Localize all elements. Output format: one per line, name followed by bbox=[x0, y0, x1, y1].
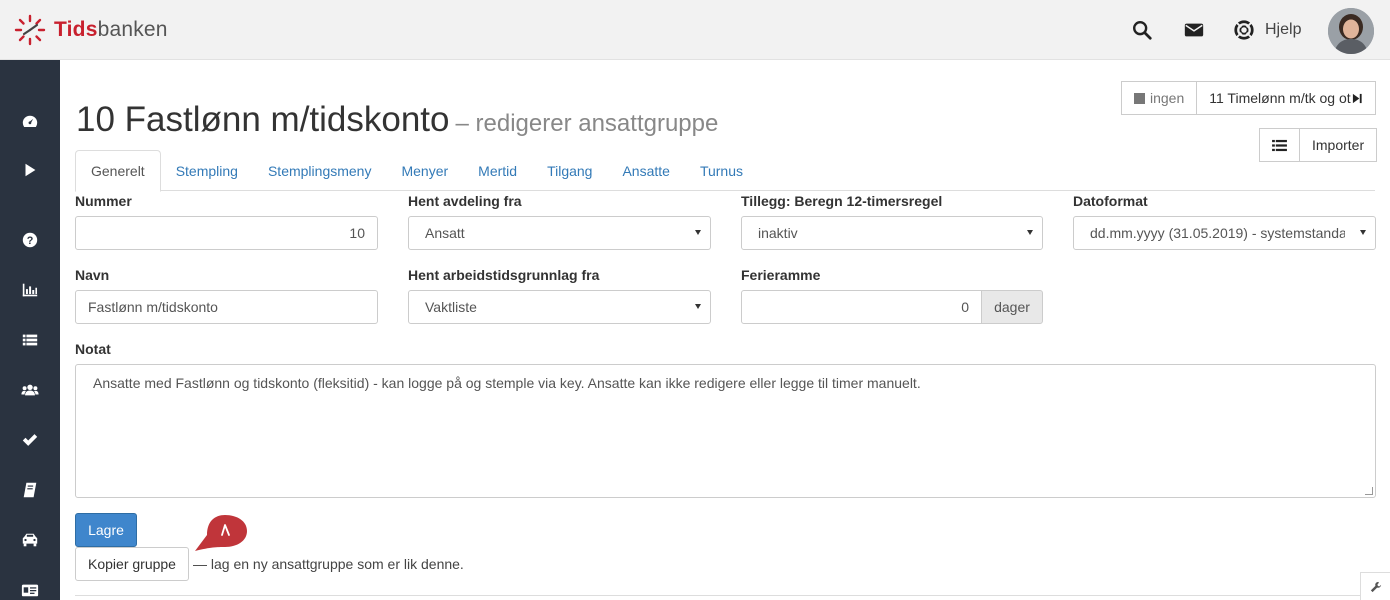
group-navigation: ingen 11 Timelønn m/tk og ot bbox=[1121, 81, 1376, 115]
help-label: Hjelp bbox=[1265, 21, 1302, 38]
copy-group-button[interactable]: Kopier gruppe bbox=[75, 547, 189, 581]
avatar[interactable] bbox=[1328, 8, 1374, 54]
ferieramme-unit: dager bbox=[981, 290, 1043, 324]
navn-value: Fastlønn m/tidskonto bbox=[88, 299, 218, 315]
play-icon[interactable] bbox=[20, 160, 40, 180]
help-button[interactable]: Hjelp bbox=[1231, 17, 1301, 43]
chevron-down-icon bbox=[695, 304, 701, 309]
avdeling-select[interactable]: Ansatt bbox=[408, 216, 711, 250]
resize-handle-icon[interactable] bbox=[1365, 487, 1373, 495]
logo[interactable]: Tidsbanken bbox=[14, 14, 168, 46]
skip-forward-icon bbox=[1352, 93, 1362, 103]
tab-label: Mertid bbox=[478, 162, 518, 179]
tab-label: Stempling bbox=[175, 162, 238, 179]
help-circle-icon[interactable]: ? bbox=[20, 230, 40, 250]
notat-label: Notat bbox=[75, 341, 111, 357]
tillegg-label: Tillegg: Beregn 12-timersregel bbox=[741, 193, 943, 209]
arbeidstid-select[interactable]: Vaktliste bbox=[408, 290, 711, 324]
tab-label: Generelt bbox=[91, 163, 145, 179]
section-divider bbox=[75, 595, 1375, 596]
book-icon[interactable] bbox=[20, 480, 40, 500]
datoformat-label: Datoformat bbox=[1073, 193, 1148, 209]
users-icon[interactable] bbox=[20, 380, 40, 400]
brand-part2: banken bbox=[97, 18, 168, 41]
ferieramme-input[interactable]: 0 bbox=[741, 290, 982, 324]
brand-name: Tidsbanken bbox=[54, 18, 168, 42]
avdeling-value: Ansatt bbox=[425, 225, 465, 241]
mail-button[interactable] bbox=[1181, 17, 1207, 43]
navn-input[interactable]: Fastlønn m/tidskonto bbox=[75, 290, 378, 324]
tab-label: Tilgang bbox=[547, 162, 593, 179]
sidebar: ? bbox=[0, 60, 60, 600]
user-photo bbox=[1328, 8, 1374, 54]
check-icon[interactable] bbox=[20, 430, 40, 450]
chevron-down-icon bbox=[695, 230, 701, 235]
next-group-button[interactable]: 11 Timelønn m/tk og ot bbox=[1197, 81, 1376, 115]
list-icon[interactable] bbox=[20, 330, 40, 350]
notat-value: Ansatte med Fastlønn og tidskonto (fleks… bbox=[93, 375, 921, 391]
id-card-icon[interactable] bbox=[20, 580, 40, 600]
tab-turnus[interactable]: Turnus bbox=[685, 150, 758, 191]
tab-mertid[interactable]: Mertid bbox=[463, 150, 532, 191]
next-group-label: 11 Timelønn m/tk og ot bbox=[1209, 90, 1351, 106]
nummer-label: Nummer bbox=[75, 193, 132, 209]
page-title-text: 10 Fastlønn m/tidskonto bbox=[76, 100, 450, 139]
arbeidstid-value: Vaktliste bbox=[425, 299, 477, 315]
page-subtitle: – redigerer ansattgruppe bbox=[455, 110, 719, 137]
tillegg-value: inaktiv bbox=[758, 225, 798, 241]
svg-text:?: ? bbox=[27, 235, 34, 247]
ferieramme-value: 0 bbox=[961, 299, 969, 315]
tab-bar: Generelt Stempling Stemplingsmeny Menyer… bbox=[75, 150, 1375, 192]
tab-stempling[interactable]: Stempling bbox=[161, 150, 253, 191]
navn-label: Navn bbox=[75, 267, 110, 283]
page-title: 10 Fastlønn m/tidskonto – redigerer ansat… bbox=[76, 100, 718, 140]
tab-menyer[interactable]: Menyer bbox=[386, 150, 463, 191]
lifebuoy-icon bbox=[1234, 20, 1254, 40]
chevron-down-icon bbox=[1360, 230, 1366, 235]
tab-label: Turnus bbox=[699, 162, 744, 179]
ferieramme-label: Ferieramme bbox=[741, 267, 821, 283]
tab-label: Stemplingsmeny bbox=[267, 162, 372, 179]
stop-icon bbox=[1134, 92, 1145, 104]
arbeidstid-label: Hent arbeidstidsgrunnlag fra bbox=[408, 267, 600, 283]
tab-tilgang[interactable]: Tilgang bbox=[532, 150, 607, 191]
nummer-input[interactable]: 10 bbox=[75, 216, 378, 250]
search-button[interactable] bbox=[1129, 17, 1155, 43]
tab-label: Menyer bbox=[401, 162, 449, 179]
nummer-value: 10 bbox=[349, 225, 365, 241]
notat-textarea[interactable]: Ansatte med Fastlønn og tidskonto (fleks… bbox=[75, 364, 1376, 498]
copy-group-help: — lag en ny ansattgruppe som er lik denn… bbox=[193, 556, 464, 572]
bar-chart-icon[interactable] bbox=[20, 280, 40, 300]
tab-stemplingsmeny[interactable]: Stemplingsmeny bbox=[253, 150, 387, 191]
tillegg-select[interactable]: inaktiv bbox=[741, 216, 1043, 250]
brand-part1: Tids bbox=[54, 18, 98, 41]
dashboard-icon[interactable] bbox=[20, 112, 40, 132]
previous-group-button[interactable]: ingen bbox=[1121, 81, 1198, 115]
tab-generelt[interactable]: Generelt bbox=[75, 150, 161, 192]
mail-icon bbox=[1184, 23, 1204, 37]
previous-group-label: ingen bbox=[1150, 90, 1185, 106]
annotation-marker-icon bbox=[195, 515, 247, 551]
logo-icon bbox=[14, 14, 46, 46]
car-icon[interactable] bbox=[20, 530, 40, 550]
datoformat-select[interactable]: dd.mm.yyyy (31.05.2019) - systemstandard bbox=[1073, 216, 1376, 250]
wrench-icon bbox=[1370, 581, 1381, 592]
save-button[interactable]: Lagre bbox=[75, 513, 137, 547]
tab-ansatte[interactable]: Ansatte bbox=[607, 150, 684, 191]
tab-label: Ansatte bbox=[622, 162, 670, 179]
avdeling-label: Hent avdeling fra bbox=[408, 193, 522, 209]
chevron-down-icon bbox=[1027, 230, 1033, 235]
datoformat-value: dd.mm.yyyy (31.05.2019) - systemstandard bbox=[1090, 225, 1345, 241]
wrench-button[interactable] bbox=[1360, 572, 1390, 600]
top-bar: Tidsbanken Hjelp bbox=[0, 0, 1390, 60]
search-icon bbox=[1133, 21, 1152, 40]
